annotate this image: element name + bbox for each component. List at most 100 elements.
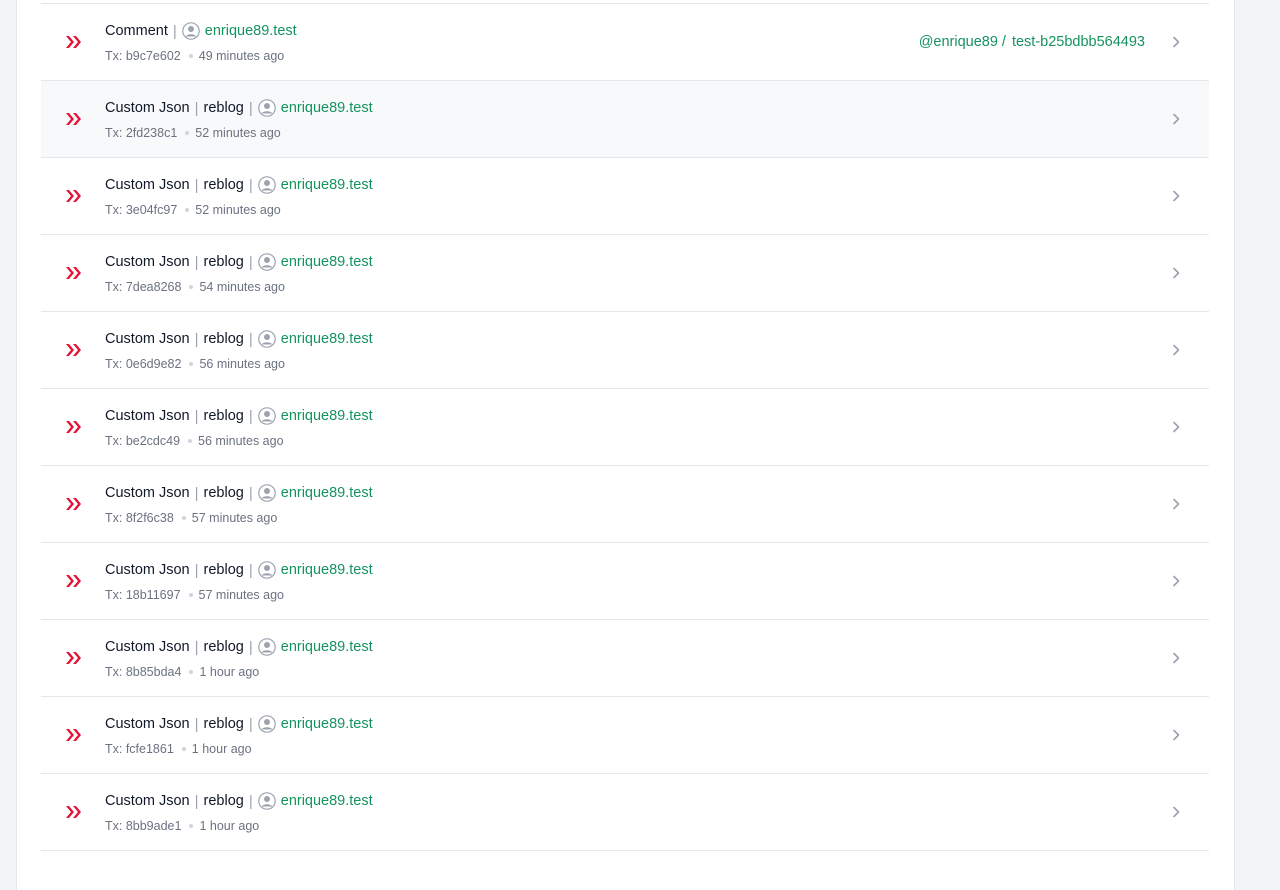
operation-title: Custom Json | reblog | enrique89.test	[105, 406, 373, 426]
tx-id[interactable]: Tx: 18b11697	[105, 588, 181, 602]
operation-row[interactable]: Custom Json | reblog | enrique89.test Tx…	[41, 389, 1209, 466]
operation-row[interactable]: Custom Json | reblog | enrique89.test Tx…	[41, 697, 1209, 774]
operations-list: Comment | enrique89.test Tx: b9c7e602 49…	[41, 3, 1209, 851]
user-link[interactable]: enrique89.test	[281, 562, 373, 578]
timestamp: 52 minutes ago	[195, 126, 281, 140]
tx-id[interactable]: Tx: 7dea8268	[105, 280, 181, 294]
user-link[interactable]: enrique89.test	[281, 331, 373, 347]
timestamp: 57 minutes ago	[191, 511, 278, 525]
operation-row[interactable]: Custom Json | reblog | enrique89.test Tx…	[41, 81, 1209, 158]
separator: |	[194, 792, 199, 810]
operation-detail: reblog	[203, 639, 244, 655]
user-link[interactable]: enrique89.test	[281, 639, 373, 655]
separator: |	[248, 330, 253, 348]
operation-title: Custom Json | reblog | enrique89.test	[105, 637, 373, 657]
tx-id[interactable]: Tx: 8bb9ade1	[105, 819, 181, 833]
separator: |	[194, 561, 199, 579]
operation-type: Custom Json	[105, 408, 190, 424]
timestamp: 49 minutes ago	[198, 49, 285, 63]
tx-id[interactable]: Tx: be2cdc49	[105, 434, 180, 448]
operation-type: Custom Json	[105, 331, 190, 347]
operation-type: Custom Json	[105, 100, 190, 116]
operation-meta: Tx: b9c7e602 49 minutes ago	[105, 49, 284, 63]
meta-dot	[189, 824, 194, 828]
target-permlink[interactable]: test-b25bdbb564493	[1012, 34, 1145, 50]
user-link[interactable]: enrique89.test	[205, 23, 297, 39]
separator: |	[248, 99, 253, 117]
timestamp: 54 minutes ago	[199, 280, 285, 294]
operation-detail: reblog	[203, 331, 244, 347]
separator: |	[194, 638, 199, 656]
separator: |	[248, 715, 253, 733]
operation-row[interactable]: Comment | enrique89.test Tx: b9c7e602 49…	[41, 4, 1209, 81]
user-link[interactable]: enrique89.test	[281, 485, 373, 501]
tx-id[interactable]: Tx: 3e04fc97	[105, 203, 177, 217]
operation-meta: Tx: 8b85bda4 1 hour ago	[105, 665, 259, 679]
user-avatar-icon	[181, 22, 200, 40]
operation-meta: Tx: be2cdc49 56 minutes ago	[105, 434, 284, 448]
meta-dot	[185, 208, 190, 212]
separator: |	[248, 176, 253, 194]
tx-id[interactable]: Tx: 8f2f6c38	[105, 511, 174, 525]
user-link[interactable]: enrique89.test	[281, 100, 373, 116]
operation-meta: Tx: 7dea8268 54 minutes ago	[105, 280, 285, 294]
operation-meta: Tx: 18b11697 57 minutes ago	[105, 588, 284, 602]
operation-row[interactable]: Custom Json | reblog | enrique89.test Tx…	[41, 158, 1209, 235]
operation-type: Custom Json	[105, 485, 190, 501]
operation-detail: reblog	[203, 254, 244, 270]
operation-detail: reblog	[203, 408, 244, 424]
operation-title: Custom Json | reblog | enrique89.test	[105, 791, 373, 811]
operation-type: Custom Json	[105, 793, 190, 809]
user-avatar-icon	[257, 792, 276, 810]
target-author[interactable]: @enrique89	[919, 34, 998, 50]
hive-logo-icon	[66, 267, 81, 279]
hive-logo-icon	[66, 575, 81, 587]
hive-logo-icon	[66, 806, 81, 818]
user-link[interactable]: enrique89.test	[281, 793, 373, 809]
hive-logo-icon	[66, 729, 81, 741]
operation-meta: Tx: 2fd238c1 52 minutes ago	[105, 126, 281, 140]
separator: |	[248, 484, 253, 502]
user-avatar-icon	[257, 330, 276, 348]
chevron-right-icon	[1173, 575, 1180, 587]
chevron-right-icon	[1173, 652, 1180, 664]
user-link[interactable]: enrique89.test	[281, 716, 373, 732]
separator: |	[194, 407, 199, 425]
separator: |	[194, 99, 199, 117]
separator: |	[248, 407, 253, 425]
separator: |	[172, 22, 177, 40]
separator: |	[194, 330, 199, 348]
comment-target[interactable]: @enrique89/ test-b25bdbb564493	[919, 34, 1145, 50]
operation-title: Comment | enrique89.test	[105, 21, 297, 41]
operation-title: Custom Json | reblog | enrique89.test	[105, 329, 373, 349]
meta-dot	[189, 362, 194, 366]
hive-logo-icon	[66, 113, 81, 125]
target-separator: /	[1001, 34, 1006, 50]
user-link[interactable]: enrique89.test	[281, 177, 373, 193]
operation-meta: Tx: fcfe1861 1 hour ago	[105, 742, 252, 756]
operation-row[interactable]: Custom Json | reblog | enrique89.test Tx…	[41, 620, 1209, 697]
separator: |	[248, 638, 253, 656]
operation-row[interactable]: Custom Json | reblog | enrique89.test Tx…	[41, 235, 1209, 312]
tx-id[interactable]: Tx: fcfe1861	[105, 742, 174, 756]
tx-id[interactable]: Tx: 0e6d9e82	[105, 357, 181, 371]
chevron-right-icon	[1173, 344, 1180, 356]
operation-detail: reblog	[203, 793, 244, 809]
user-link[interactable]: enrique89.test	[281, 254, 373, 270]
tx-id[interactable]: Tx: b9c7e602	[105, 49, 181, 63]
tx-id[interactable]: Tx: 8b85bda4	[105, 665, 181, 679]
chevron-right-icon	[1173, 806, 1180, 818]
operation-row[interactable]: Custom Json | reblog | enrique89.test Tx…	[41, 774, 1209, 851]
user-link[interactable]: enrique89.test	[281, 408, 373, 424]
operation-row[interactable]: Custom Json | reblog | enrique89.test Tx…	[41, 466, 1209, 543]
tx-id[interactable]: Tx: 2fd238c1	[105, 126, 177, 140]
user-avatar-icon	[257, 715, 276, 733]
user-avatar-icon	[257, 561, 276, 579]
operation-title: Custom Json | reblog | enrique89.test	[105, 98, 373, 118]
operation-type: Custom Json	[105, 639, 190, 655]
meta-dot	[188, 54, 193, 58]
operation-row[interactable]: Custom Json | reblog | enrique89.test Tx…	[41, 312, 1209, 389]
separator: |	[248, 253, 253, 271]
operation-row[interactable]: Custom Json | reblog | enrique89.test Tx…	[41, 543, 1209, 620]
operation-type: Custom Json	[105, 716, 190, 732]
